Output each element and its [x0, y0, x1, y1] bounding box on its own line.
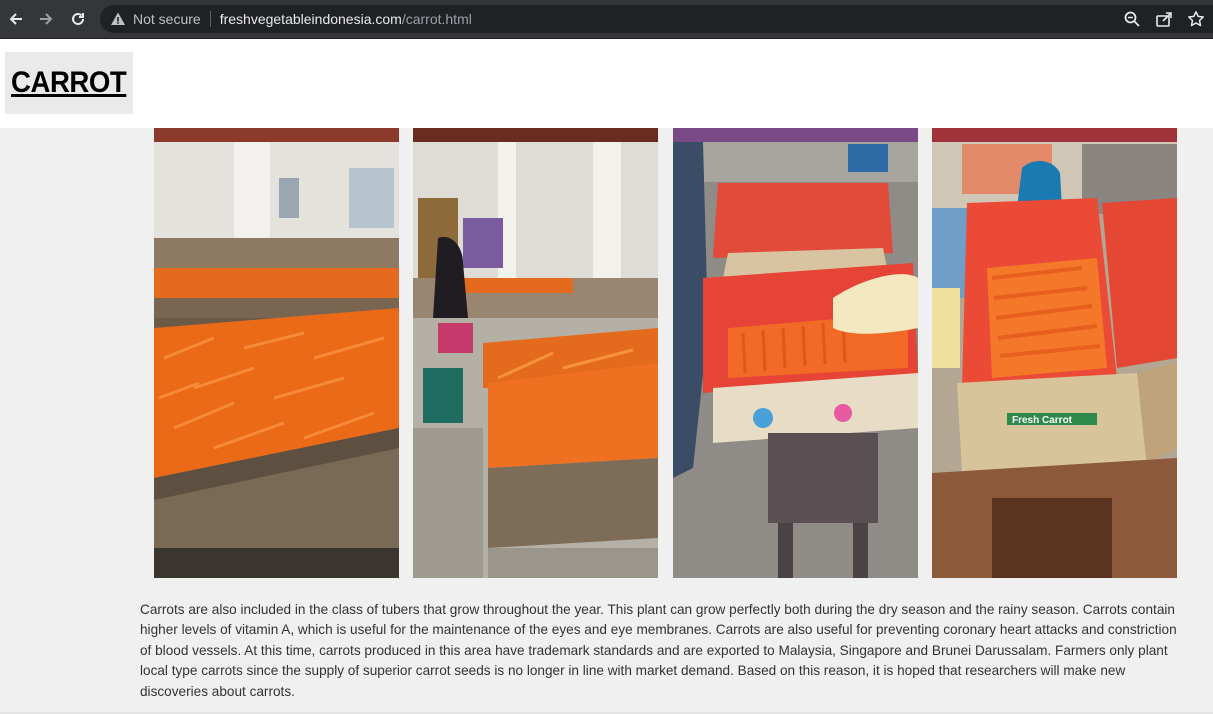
zoom-icon[interactable] — [1123, 10, 1141, 28]
forward-button[interactable] — [32, 5, 60, 33]
url-path[interactable]: /carrot.html — [402, 11, 472, 27]
reload-icon — [72, 12, 84, 25]
address-bar[interactable]: Not secure freshvegetableindonesia.com/c… — [100, 5, 1213, 33]
bookmark-star-icon[interactable] — [1187, 10, 1205, 28]
carrot-bins-image-2 — [413, 128, 658, 578]
omnibox-divider — [209, 11, 211, 27]
warning-icon — [111, 12, 125, 25]
page-header: CARROT — [0, 39, 1213, 128]
carrot-photo-2[interactable] — [413, 128, 658, 578]
page-title-link[interactable]: CARROT — [11, 66, 127, 100]
carrot-photo-3[interactable] — [673, 128, 918, 578]
photo-gallery: Fresh Carrot — [154, 128, 1177, 578]
carrot-description: Carrots are also included in the class o… — [140, 602, 1177, 699]
title-box: CARROT — [5, 52, 133, 114]
omnibox-actions — [1123, 10, 1205, 28]
security-label[interactable]: Not secure — [133, 11, 201, 27]
fresh-carrot-box-image: Fresh Carrot — [932, 128, 1177, 578]
back-arrow-icon — [9, 13, 22, 25]
browser-toolbar: Not secure freshvegetableindonesia.com/c… — [0, 0, 1213, 38]
carrot-photo-1[interactable] — [154, 128, 399, 578]
reload-button[interactable] — [64, 5, 92, 33]
carrot-box-image — [673, 128, 918, 578]
carrot-photo-4[interactable]: Fresh Carrot — [932, 128, 1177, 578]
back-button[interactable] — [2, 5, 30, 33]
url-host[interactable]: freshvegetableindonesia.com — [220, 11, 402, 27]
carrot-bins-image-1 — [154, 128, 399, 578]
share-icon[interactable] — [1155, 10, 1173, 28]
forward-arrow-icon — [40, 13, 53, 25]
box-label: Fresh Carrot — [1012, 415, 1073, 426]
